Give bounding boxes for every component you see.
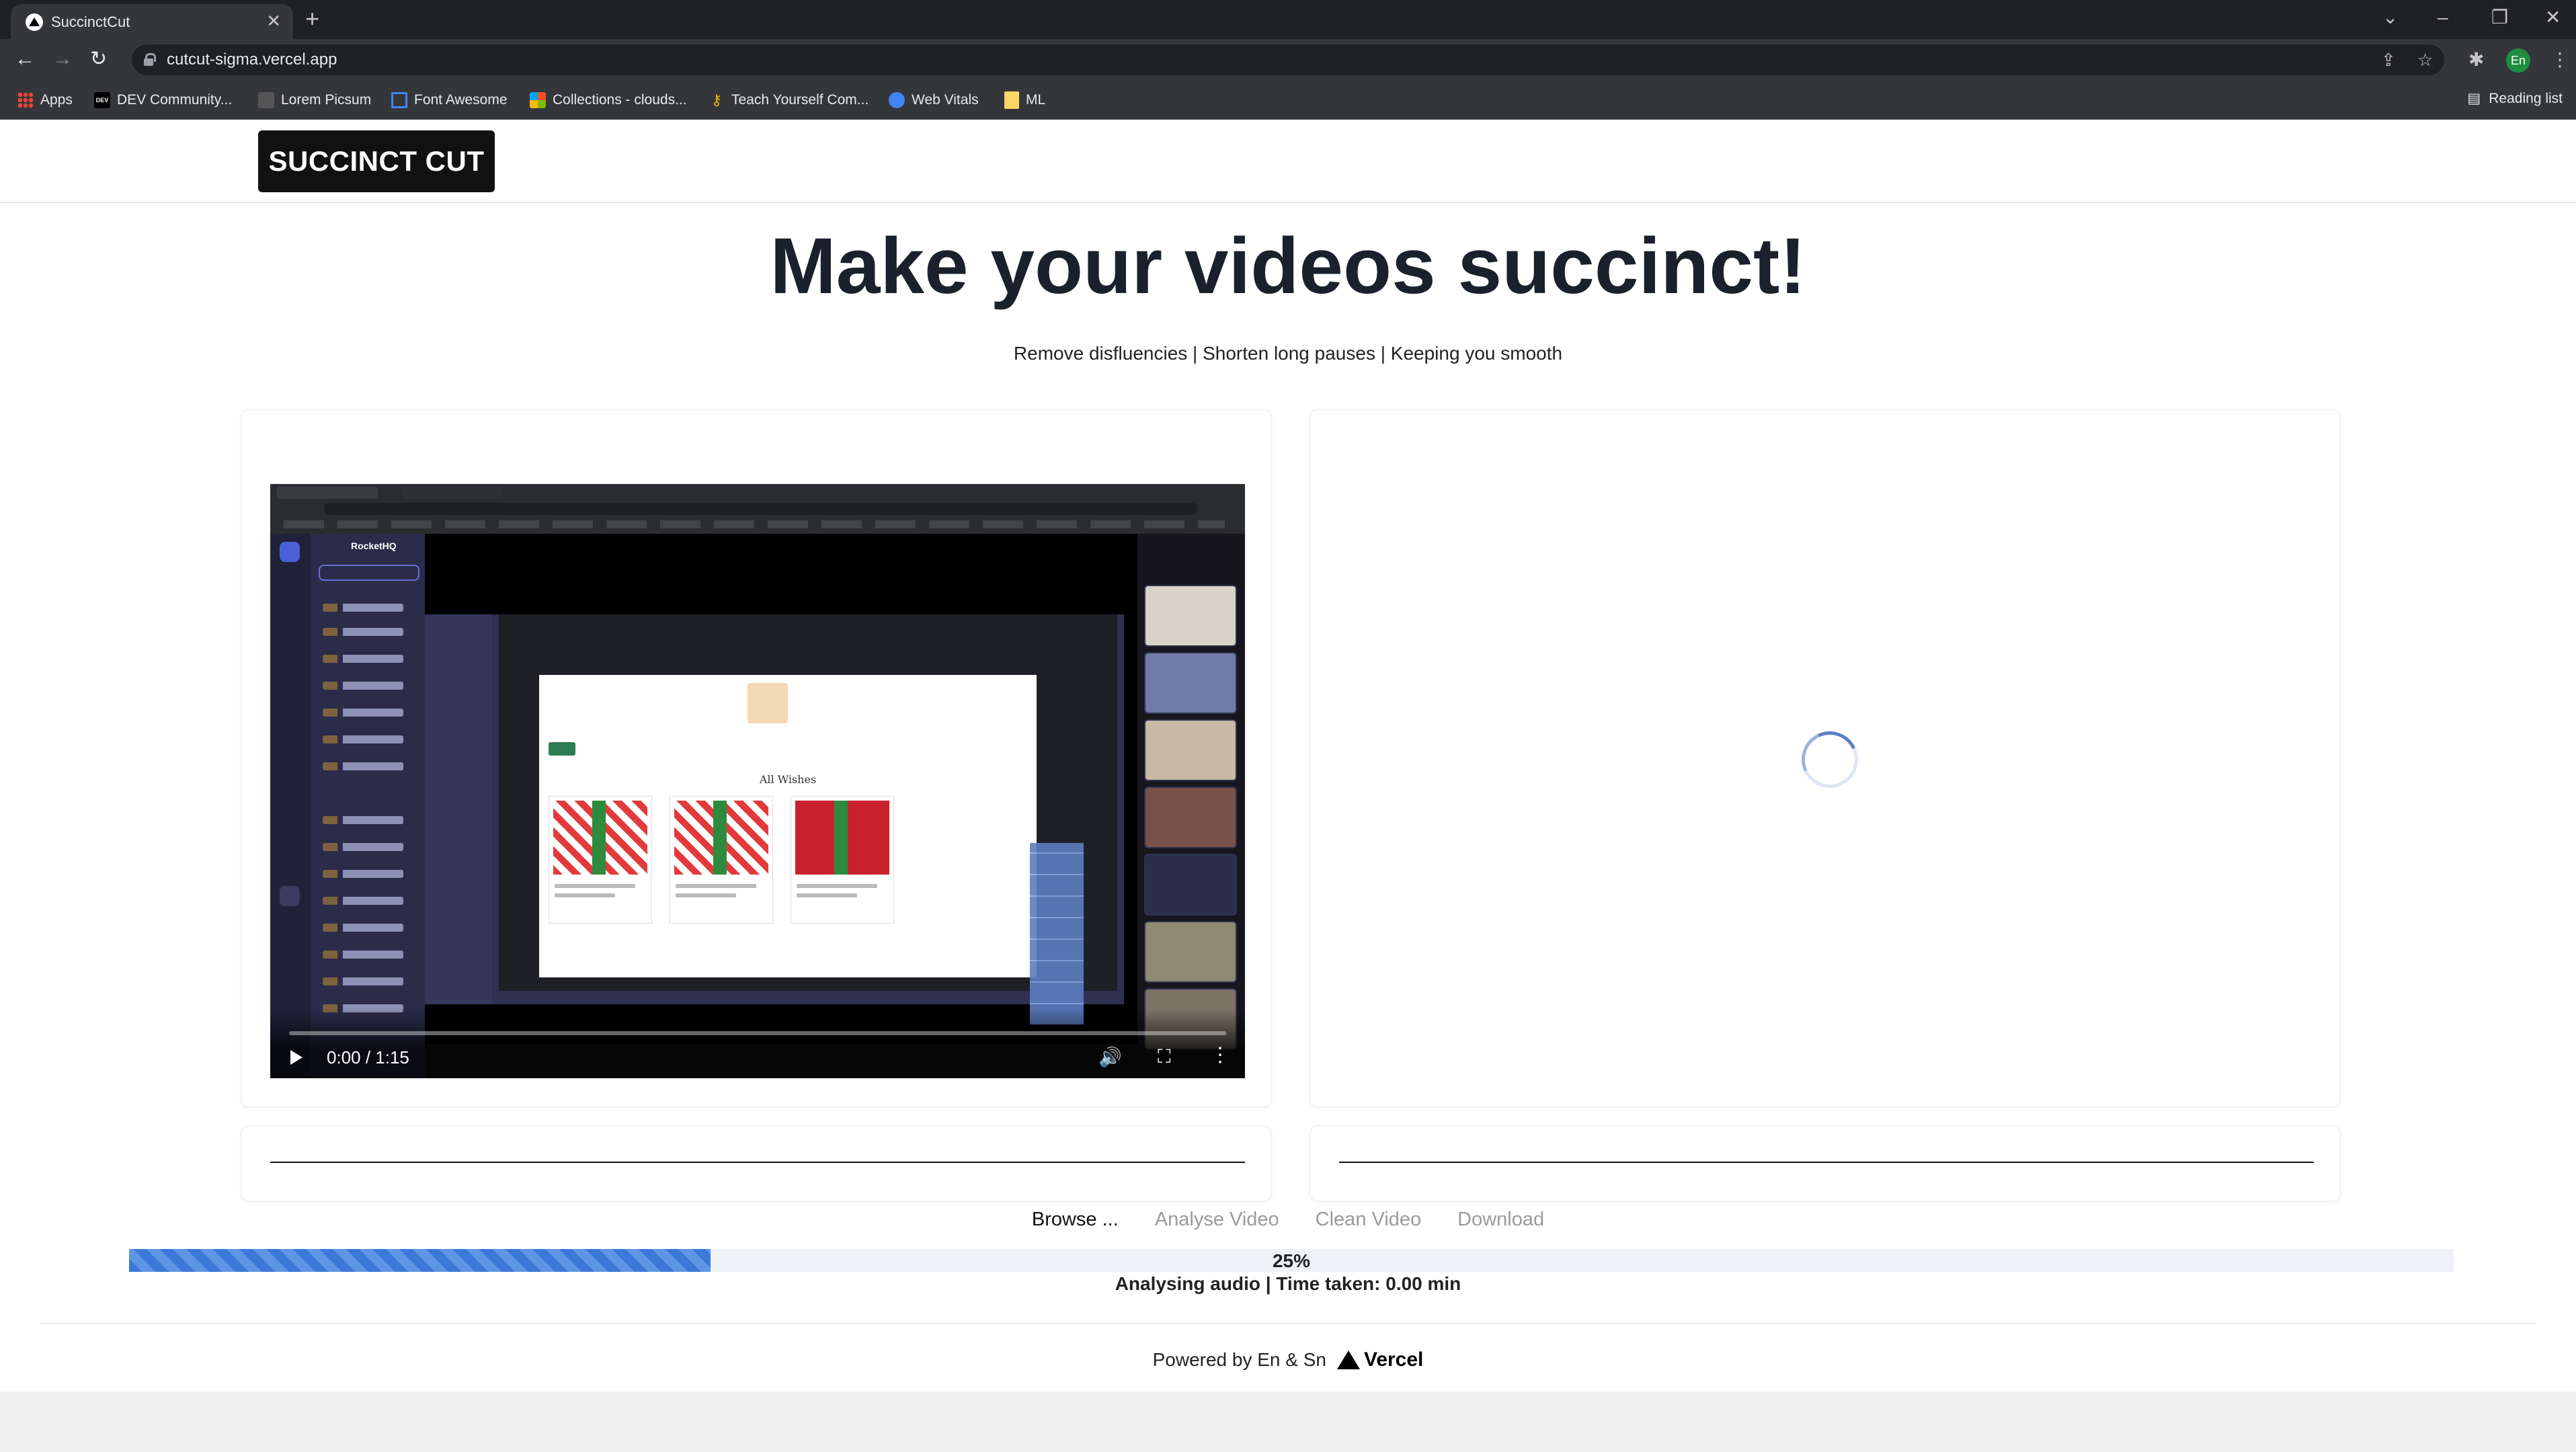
video-frame-member-list: RocketHQ (311, 534, 425, 1078)
powered-by-text: Powered by En & Sn (1152, 1349, 1326, 1370)
microsoft-icon (530, 92, 546, 108)
input-divider (270, 1162, 1245, 1163)
fullscreen-icon[interactable]: ⛶ (1158, 1046, 1171, 1068)
video-frame-browser-bar (270, 484, 1245, 534)
browser-toolbar: ← → ↻ cutcut-sigma.vercel.app ⇪ ☆ ✱ En ⋮ (0, 39, 2576, 81)
bookmark-font-awesome[interactable]: Font Awesome (391, 90, 508, 110)
reading-list[interactable]: ▤ Reading list (2467, 90, 2563, 107)
bookmark-apps[interactable]: Apps (17, 90, 73, 110)
bookmark-lorem-picsum[interactable]: Lorem Picsum (258, 90, 371, 110)
dev-icon: DEV (94, 92, 110, 108)
analyse-video-button[interactable]: Analyse Video (1155, 1209, 1279, 1231)
key-icon: ⚷ (711, 91, 723, 108)
back-arrow-icon[interactable]: ← (15, 46, 35, 73)
output-video-card (1310, 409, 2341, 1108)
video-frame-participants (1144, 585, 1238, 1055)
new-tab-button[interactable]: + (305, 5, 319, 32)
input-transcript-card (241, 1125, 1272, 1202)
clean-video-button[interactable]: Clean Video (1316, 1209, 1421, 1231)
apps-grid-icon (17, 92, 34, 108)
reload-icon[interactable]: ↻ (90, 46, 107, 73)
restore-icon[interactable]: ❐ (2491, 4, 2508, 31)
workflow-steps: Browse ... Analyse Video Clean Video Dow… (0, 1209, 2576, 1231)
video-frame-stage: All Wishes (425, 534, 1137, 1045)
folder-icon (1004, 91, 1019, 109)
browser-tab[interactable]: SuccinctCut ✕ (11, 4, 293, 39)
download-button[interactable]: Download (1457, 1209, 1544, 1231)
video-frame-wishes-page: All Wishes (539, 675, 1037, 977)
bookmark-dev-community[interactable]: DEV DEV Community... (94, 90, 232, 110)
web-vitals-icon (889, 92, 905, 108)
lock-icon (144, 53, 156, 66)
bookmark-collections[interactable]: Collections - clouds... (530, 90, 687, 110)
browse-button[interactable]: Browse ... (1032, 1209, 1119, 1231)
play-icon[interactable] (290, 1050, 303, 1065)
progress-status: Analysing audio | Time taken: 0.00 min (1115, 1273, 1461, 1294)
page-title: Make your videos succinct! (770, 222, 1806, 311)
output-transcript-card (1310, 1125, 2341, 1202)
tab-search-icon[interactable]: ⌄ (2382, 4, 2398, 31)
vercel-logo-icon (1336, 1350, 1360, 1369)
font-awesome-flag-icon (391, 92, 407, 108)
extensions-puzzle-icon[interactable]: ✱ (2468, 47, 2484, 73)
address-bar[interactable]: cutcut-sigma.vercel.app ⇪ ☆ (132, 44, 2444, 75)
video-seek-bar[interactable] (289, 1031, 1226, 1035)
progress-percent: 25% (1272, 1250, 1311, 1271)
progress-bar: 25% (129, 1249, 2454, 1272)
bookmark-star-icon[interactable]: ☆ (2417, 48, 2433, 71)
minimize-icon[interactable]: – (2438, 4, 2448, 31)
vercel-favicon-icon (26, 13, 43, 31)
vercel-link[interactable]: Vercel (1336, 1348, 1424, 1371)
browser-tab-strip: SuccinctCut ✕ + ⌄ – ❐ ✕ (0, 0, 2576, 39)
reading-list-icon: ▤ (2467, 91, 2481, 106)
close-tab-icon[interactable]: ✕ (266, 11, 281, 31)
input-video-player[interactable]: RocketHQ All Wishes 0:00 / 1:15 🔊 ⛶ ⋮ (270, 484, 1245, 1078)
site-logo[interactable]: SUCCINCT CUT (258, 130, 495, 192)
tab-title: SuccinctCut (51, 13, 130, 30)
vercel-label: Vercel (1363, 1348, 1424, 1371)
browser-menu-icon[interactable]: ⋮ (2550, 47, 2569, 73)
loading-spinner-icon (1794, 723, 1866, 796)
page: SUCCINCT CUT Make your videos succinct! … (0, 120, 2576, 1392)
footer-divider (40, 1323, 2536, 1324)
video-controls: 0:00 / 1:15 🔊 ⛶ ⋮ (270, 1008, 1245, 1078)
volume-icon[interactable]: 🔊 (1098, 1046, 1122, 1068)
share-icon[interactable]: ⇪ (2381, 48, 2396, 71)
url-text: cutcut-sigma.vercel.app (167, 50, 337, 69)
page-subtitle: Remove disfluencies | Shorten long pause… (1013, 343, 1563, 364)
site-header: SUCCINCT CUT (0, 120, 2576, 203)
more-options-icon[interactable]: ⋮ (1210, 1043, 1230, 1067)
video-time: 0:00 / 1:15 (327, 1047, 409, 1067)
output-divider (1339, 1162, 2314, 1163)
bookmark-web-vitals[interactable]: Web Vitals (889, 90, 979, 110)
video-frame-app-rail (270, 534, 311, 1078)
close-window-icon[interactable]: ✕ (2545, 4, 2561, 31)
input-video-card: RocketHQ All Wishes 0:00 / 1:15 🔊 ⛶ ⋮ (241, 409, 1272, 1108)
profile-avatar[interactable]: En (2506, 48, 2530, 73)
lorem-picsum-icon (258, 92, 274, 108)
site-footer: Powered by En & Sn Vercel (0, 1348, 2576, 1371)
forward-arrow-icon[interactable]: → (52, 46, 73, 73)
bookmarks-bar: Apps DEV DEV Community... Lorem Picsum F… (0, 81, 2576, 120)
bookmark-teach-yourself[interactable]: ⚷ Teach Yourself Com... (709, 90, 869, 110)
bookmark-folder-ml[interactable]: ML (1004, 90, 1045, 110)
